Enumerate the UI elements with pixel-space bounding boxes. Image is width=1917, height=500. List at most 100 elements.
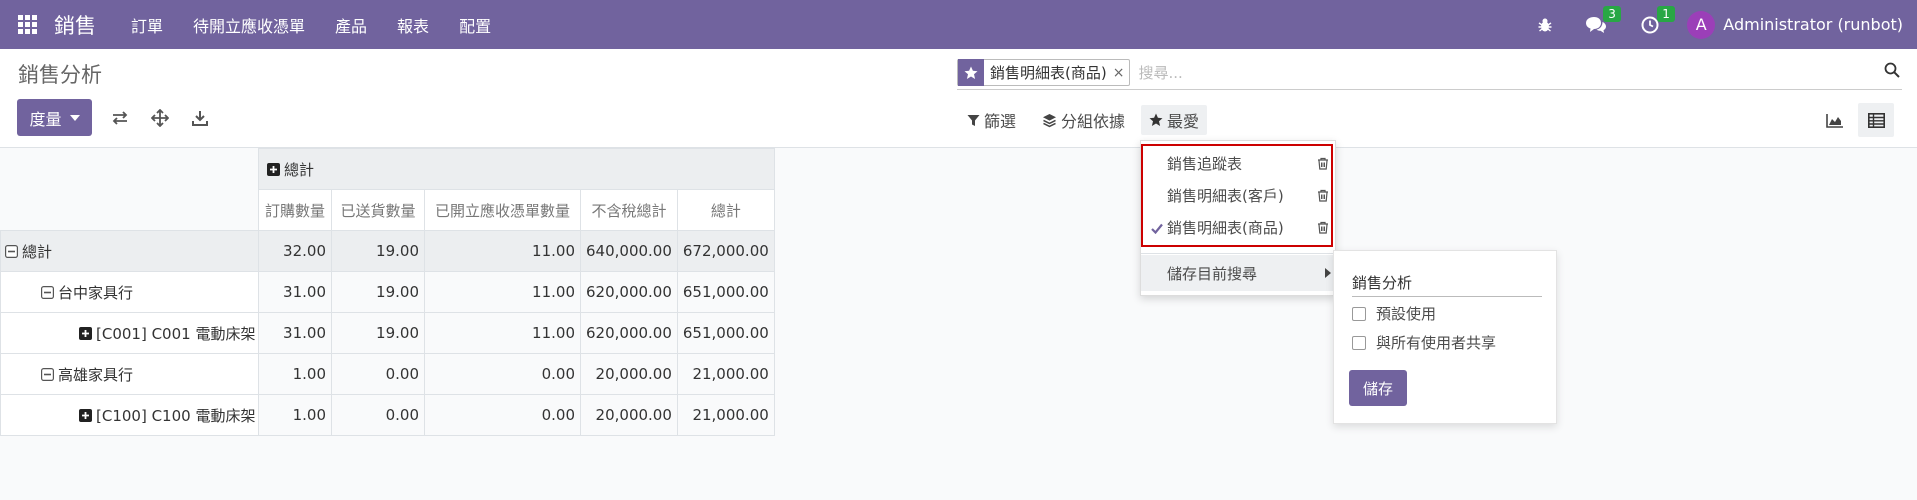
pivot-table: 總計 訂購數量 已送貨數量 已開立應收憑單數量 不含稅總計 總計 總計 32.0… bbox=[0, 148, 775, 436]
page-title: 銷售分析 bbox=[18, 63, 102, 87]
pivot-cell[interactable]: 11.00 bbox=[424, 230, 581, 272]
favorites-dropdown: 銷售追蹤表 銷售明細表(客戶) 銷售明細表(商品) 儲存目前搜尋 bbox=[1140, 140, 1337, 296]
search-input[interactable] bbox=[1138, 63, 1902, 82]
minus-square-icon bbox=[41, 367, 54, 381]
menu-reporting[interactable]: 報表 bbox=[397, 13, 429, 37]
pivot-column-header-total[interactable]: 總計 bbox=[258, 148, 775, 190]
activities-count-badge: 1 bbox=[1657, 5, 1675, 22]
pivot-cell[interactable]: 20,000.00 bbox=[580, 394, 678, 436]
pivot-cell[interactable]: 19.00 bbox=[331, 271, 425, 313]
pivot-cell[interactable]: 0.00 bbox=[424, 353, 581, 395]
search-icon[interactable] bbox=[1884, 62, 1900, 82]
pivot-row-header[interactable]: 台中家具行 bbox=[0, 271, 259, 313]
favorites-label: 最愛 bbox=[1167, 112, 1200, 131]
minus-square-icon bbox=[5, 244, 18, 258]
flip-axis-icon[interactable] bbox=[109, 107, 131, 129]
pivot-cell[interactable]: 651,000.00 bbox=[676, 271, 775, 313]
menu-configuration[interactable]: 配置 bbox=[459, 13, 491, 37]
user-avatar[interactable]: A bbox=[1687, 10, 1716, 39]
table-row: 高雄家具行 1.00 0.00 0.00 20,000.00 21,000.00 bbox=[0, 353, 775, 395]
apps-grid-icon[interactable] bbox=[18, 14, 38, 35]
control-panel: 銷售分析 度量 銷售明細表(商品) × 篩選 分組依據 最愛 bbox=[0, 49, 1917, 148]
pivot-row-header[interactable]: 總計 bbox=[0, 230, 259, 272]
pivot-row-header[interactable]: [C001] C001 電動床架 bbox=[0, 312, 259, 354]
caret-right-icon bbox=[1325, 268, 1331, 278]
favorite-item[interactable]: 銷售追蹤表 bbox=[1141, 148, 1337, 178]
pivot-cell[interactable]: 0.00 bbox=[331, 394, 425, 436]
pivot-cell[interactable]: 0.00 bbox=[331, 353, 425, 395]
debug-bug-icon[interactable] bbox=[1537, 17, 1553, 33]
plus-square-icon bbox=[79, 408, 92, 422]
pivot-cell[interactable]: 620,000.00 bbox=[580, 312, 678, 354]
pivot-cell[interactable]: 21,000.00 bbox=[676, 394, 775, 436]
favorites-button[interactable]: 最愛 bbox=[1141, 105, 1208, 135]
plus-square-icon bbox=[79, 326, 92, 340]
checkbox-icon bbox=[1352, 306, 1366, 321]
download-icon[interactable] bbox=[189, 107, 211, 129]
check-icon bbox=[1151, 220, 1163, 238]
measures-button[interactable]: 度量 bbox=[17, 99, 92, 136]
groupby-button[interactable]: 分組依據 bbox=[1042, 105, 1125, 135]
search-bar: 銷售明細表(商品) × bbox=[957, 56, 1902, 90]
facet-value: 銷售明細表(商品) bbox=[990, 64, 1107, 82]
pivot-cell[interactable]: 21,000.00 bbox=[676, 353, 775, 395]
pivot-row-header[interactable]: [C100] C100 電動床架 bbox=[0, 394, 259, 436]
table-icon bbox=[1867, 112, 1885, 128]
pivot-cell[interactable]: 19.00 bbox=[331, 230, 425, 272]
app-brand[interactable]: 銷售 bbox=[54, 10, 96, 40]
pivot-cell[interactable]: 31.00 bbox=[258, 312, 332, 354]
pivot-cell[interactable]: 1.00 bbox=[258, 353, 332, 395]
save-current-search-toggle[interactable]: 儲存目前搜尋 bbox=[1141, 255, 1337, 291]
facet-remove-button[interactable]: × bbox=[1113, 65, 1130, 81]
measure-header[interactable]: 已開立應收憑單數量 bbox=[424, 189, 581, 231]
menu-divider bbox=[1141, 253, 1337, 254]
filters-button[interactable]: 篩選 bbox=[967, 105, 1016, 135]
measure-header[interactable]: 已送貨數量 bbox=[331, 189, 425, 231]
trash-icon[interactable] bbox=[1317, 220, 1329, 238]
save-search-panel: 預設使用 與所有使用者共享 儲存 bbox=[1333, 250, 1557, 424]
favorite-name-input[interactable] bbox=[1352, 269, 1542, 297]
save-button[interactable]: 儲存 bbox=[1349, 370, 1407, 406]
share-all-users-checkbox[interactable]: 與所有使用者共享 bbox=[1352, 332, 1496, 353]
measures-button-label: 度量 bbox=[29, 109, 62, 129]
pivot-cell[interactable]: 0.00 bbox=[424, 394, 581, 436]
favorite-item-selected[interactable]: 銷售明細表(商品) bbox=[1141, 212, 1337, 242]
use-by-default-checkbox[interactable]: 預設使用 bbox=[1352, 303, 1436, 324]
activities-clock-icon[interactable]: 1 bbox=[1641, 5, 1675, 34]
minus-square-icon bbox=[41, 285, 54, 299]
pivot-cell[interactable]: 19.00 bbox=[331, 312, 425, 354]
pivot-cell[interactable]: 620,000.00 bbox=[580, 271, 678, 313]
measure-header[interactable]: 總計 bbox=[676, 189, 775, 231]
star-icon bbox=[1149, 113, 1163, 126]
pivot-cell[interactable]: 11.00 bbox=[424, 312, 581, 354]
pivot-cell[interactable]: 11.00 bbox=[424, 271, 581, 313]
measure-header[interactable]: 不含稅總計 bbox=[580, 189, 678, 231]
graph-view-button[interactable] bbox=[1817, 103, 1853, 137]
user-menu[interactable]: Administrator (runbot) bbox=[1723, 15, 1903, 34]
menu-products[interactable]: 產品 bbox=[335, 13, 367, 37]
table-row: [C100] C100 電動床架 1.00 0.00 0.00 20,000.0… bbox=[0, 394, 775, 436]
pivot-column-total-label: 總計 bbox=[284, 160, 315, 179]
menu-to-invoice[interactable]: 待開立應收憑單 bbox=[193, 13, 305, 37]
favorite-item[interactable]: 銷售明細表(客戶) bbox=[1141, 180, 1337, 210]
trash-icon[interactable] bbox=[1317, 156, 1329, 174]
area-chart-icon bbox=[1826, 113, 1843, 128]
pivot-cell[interactable]: 640,000.00 bbox=[580, 230, 678, 272]
pivot-cell[interactable]: 1.00 bbox=[258, 394, 332, 436]
pivot-cell[interactable]: 32.00 bbox=[258, 230, 332, 272]
layers-icon bbox=[1043, 113, 1056, 127]
table-row: 總計 32.00 19.00 11.00 640,000.00 672,000.… bbox=[0, 230, 775, 272]
measure-header[interactable]: 訂購數量 bbox=[258, 189, 332, 231]
filter-funnel-icon bbox=[967, 114, 980, 126]
expand-all-icon[interactable] bbox=[149, 107, 171, 129]
pivot-cell[interactable]: 651,000.00 bbox=[676, 312, 775, 354]
pivot-cell[interactable]: 31.00 bbox=[258, 271, 332, 313]
menu-orders[interactable]: 訂單 bbox=[131, 13, 163, 37]
pivot-cell[interactable]: 672,000.00 bbox=[676, 230, 775, 272]
pivot-view-button[interactable] bbox=[1858, 103, 1894, 137]
table-row: [C001] C001 電動床架 31.00 19.00 11.00 620,0… bbox=[0, 312, 775, 354]
pivot-row-header[interactable]: 高雄家具行 bbox=[0, 353, 259, 395]
trash-icon[interactable] bbox=[1317, 188, 1329, 206]
messages-chat-icon[interactable]: 3 bbox=[1585, 5, 1621, 34]
pivot-cell[interactable]: 20,000.00 bbox=[580, 353, 678, 395]
